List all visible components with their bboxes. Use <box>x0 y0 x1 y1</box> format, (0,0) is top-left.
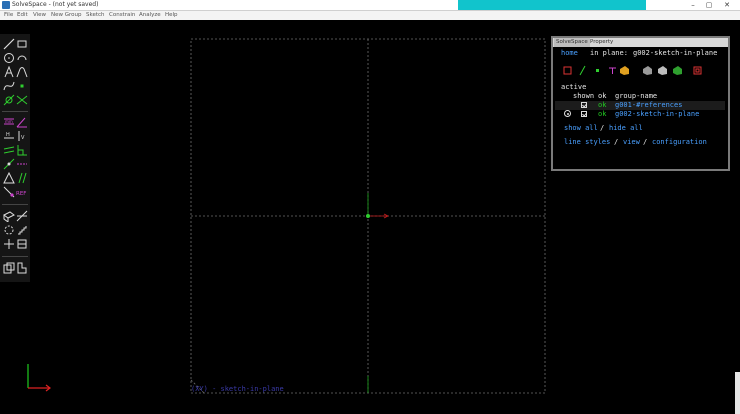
shown-column-header: shown <box>573 92 595 100</box>
constraints-icon[interactable] <box>607 65 618 76</box>
property-browser: SolveSpace Property home in plane: g002-… <box>551 36 730 171</box>
window-title: SolveSpace - (not yet saved) <box>12 1 99 8</box>
scrollbar-thumb[interactable] <box>735 372 740 414</box>
points-icon[interactable] <box>592 65 603 76</box>
svg-text:H: H <box>6 132 10 138</box>
perpendicular-constraint-icon[interactable] <box>16 144 28 156</box>
menu-bar: File Edit View New Group Sketch Constrai… <box>0 11 740 20</box>
group-ok-status: ok <box>598 110 607 118</box>
separator-slash: / <box>600 124 605 132</box>
title-bar: SolveSpace - (not yet saved) – ▢ ✕ <box>0 0 740 11</box>
menu-file[interactable]: File <box>4 11 13 20</box>
circle-icon[interactable] <box>3 52 15 64</box>
current-group-name: g002-sketch-in-plane <box>633 49 718 57</box>
toolbar-separator <box>2 204 28 205</box>
on-entity-constraint-icon[interactable] <box>3 158 15 170</box>
menu-view[interactable]: View <box>33 11 46 20</box>
active-label: active <box>561 83 587 91</box>
menu-sketch[interactable]: Sketch <box>86 11 105 20</box>
group-name-column-header: group-name <box>615 92 658 100</box>
construction-toggle-icon[interactable] <box>3 186 15 198</box>
minimize-button[interactable]: – <box>686 0 700 10</box>
tab-solvespace[interactable]: SolveSpace <box>554 38 590 47</box>
menu-edit[interactable]: Edit <box>17 11 28 20</box>
workplane-sketch-icon[interactable] <box>3 238 15 250</box>
menu-help[interactable]: Help <box>165 11 178 20</box>
tangent-arc-icon[interactable] <box>16 66 28 78</box>
text-icon[interactable] <box>3 66 15 78</box>
bezier-icon[interactable] <box>3 80 15 92</box>
axis-triad <box>27 364 51 392</box>
toolbar-separator <box>2 111 28 112</box>
link-icon[interactable] <box>16 262 28 274</box>
configuration-link[interactable]: configuration <box>652 138 707 146</box>
horizontal-constraint-icon[interactable]: H <box>3 130 15 142</box>
split-curves-icon[interactable] <box>16 94 28 106</box>
separator-slash: / <box>643 138 648 146</box>
sketch-toolbar: mm H V REF <box>0 34 30 282</box>
menu-constrain[interactable]: Constrain <box>109 11 135 20</box>
workplane-icon[interactable] <box>3 94 15 106</box>
symmetric-constraint-icon[interactable] <box>3 172 15 184</box>
step-rotate-icon[interactable] <box>3 224 15 236</box>
arc-icon[interactable] <box>16 52 28 64</box>
show-all-link[interactable]: show all <box>564 124 598 132</box>
faces-icon[interactable] <box>619 65 630 76</box>
toolbar-separator <box>2 256 28 257</box>
shown-checkbox[interactable] <box>581 111 587 117</box>
active-group-radio[interactable] <box>564 110 571 117</box>
wireframe-icon[interactable] <box>657 65 668 76</box>
group-name-link[interactable]: g001-#references <box>615 101 682 109</box>
occluded-lines-icon[interactable] <box>562 65 573 76</box>
title-bar-accent <box>458 0 646 10</box>
line-styles-link[interactable]: line styles <box>564 138 610 146</box>
svg-text:mm: mm <box>5 119 13 124</box>
step-translate-icon[interactable] <box>16 224 28 236</box>
shaded-icon[interactable] <box>642 65 653 76</box>
workplane-label: (XY) - sketch-in-plane <box>191 385 284 393</box>
extrude-icon[interactable] <box>3 210 15 222</box>
in-plane-label: in plane: <box>590 49 628 57</box>
reference-constraint-icon[interactable]: REF <box>16 186 28 198</box>
construction-icon[interactable] <box>577 65 588 76</box>
tab-property[interactable]: Property <box>588 38 615 47</box>
ok-column-header: ok <box>598 92 607 100</box>
new-group-icon[interactable] <box>3 262 15 274</box>
hide-all-link[interactable]: hide all <box>609 124 643 132</box>
menu-new-group[interactable]: New Group <box>51 11 82 20</box>
angle-dimension-icon[interactable] <box>16 116 28 128</box>
menu-analyze[interactable]: Analyze <box>139 11 161 20</box>
mesh-icon[interactable] <box>672 65 683 76</box>
solvespace-app-icon <box>2 1 10 9</box>
midpoint-constraint-icon[interactable] <box>16 158 28 170</box>
home-link[interactable]: home <box>561 49 578 57</box>
close-button[interactable]: ✕ <box>720 0 734 10</box>
equal-constraint-icon[interactable] <box>16 172 28 184</box>
assemble-icon[interactable] <box>16 238 28 250</box>
group-ok-status: ok <box>598 101 607 109</box>
line-icon[interactable] <box>3 38 15 50</box>
separator-slash: / <box>614 138 619 146</box>
lathe-icon[interactable] <box>16 210 28 222</box>
view-link[interactable]: view <box>623 138 640 146</box>
outline-icon[interactable] <box>692 65 703 76</box>
shown-checkbox[interactable] <box>581 102 587 108</box>
origin-point[interactable] <box>366 214 370 218</box>
parallel-constraint-icon[interactable] <box>3 144 15 156</box>
property-browser-header: SolveSpace Property <box>553 38 728 47</box>
group-name-link[interactable]: g002-sketch-in-plane <box>615 110 699 118</box>
rectangle-icon[interactable] <box>16 38 28 50</box>
distance-dimension-icon[interactable]: mm <box>3 116 15 128</box>
svg-text:V: V <box>21 135 25 141</box>
point-icon[interactable] <box>16 80 28 92</box>
maximize-button[interactable]: ▢ <box>702 0 716 10</box>
ref-label: REF <box>16 191 26 197</box>
vertical-constraint-icon[interactable]: V <box>16 130 28 142</box>
